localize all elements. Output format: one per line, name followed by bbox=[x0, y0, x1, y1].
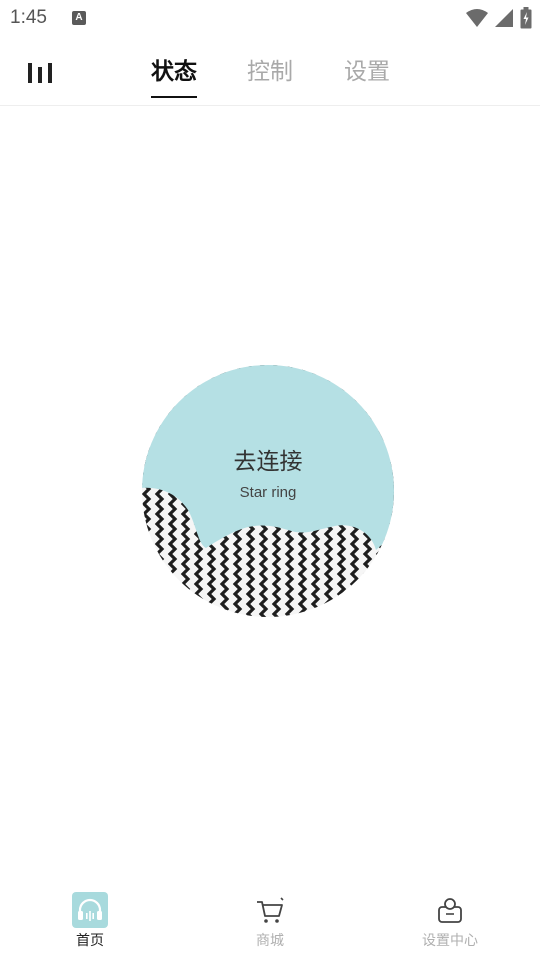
headphones-icon bbox=[72, 892, 108, 928]
tab-status[interactable]: 状态 bbox=[151, 56, 197, 98]
bars-menu-icon bbox=[28, 63, 52, 83]
status-time: 1:45 bbox=[10, 7, 47, 28]
bottom-nav-settings-center[interactable]: 设置中心 bbox=[390, 892, 510, 950]
bottom-nav-shop[interactable]: 商城 bbox=[210, 892, 330, 950]
bottom-nav-shop-label: 商城 bbox=[256, 933, 284, 949]
user-center-icon bbox=[438, 898, 462, 923]
connect-ring-button[interactable]: 去连接 Star ring bbox=[140, 364, 396, 618]
cell-signal-icon bbox=[495, 9, 513, 27]
menu-button[interactable] bbox=[26, 60, 56, 86]
ring-subtitle: Star ring bbox=[239, 484, 297, 501]
cart-icon bbox=[257, 897, 284, 923]
tab-settings[interactable]: 设置 bbox=[344, 56, 390, 96]
ring-title: 去连接 bbox=[233, 449, 303, 475]
wifi-icon bbox=[466, 9, 488, 27]
bottom-nav: 首页 商城 设置中心 bbox=[0, 880, 540, 960]
top-nav: 状态 控制 设置 bbox=[0, 38, 540, 106]
notification-a-icon: A bbox=[72, 11, 86, 25]
battery-icon bbox=[520, 7, 532, 29]
bottom-nav-home-label: 首页 bbox=[76, 933, 104, 949]
bottom-nav-settings-center-label: 设置中心 bbox=[422, 933, 478, 949]
bottom-nav-home[interactable]: 首页 bbox=[30, 892, 150, 950]
status-bar: 1:45 A bbox=[0, 0, 540, 36]
tab-control[interactable]: 控制 bbox=[247, 56, 293, 96]
status-icons bbox=[466, 6, 532, 30]
